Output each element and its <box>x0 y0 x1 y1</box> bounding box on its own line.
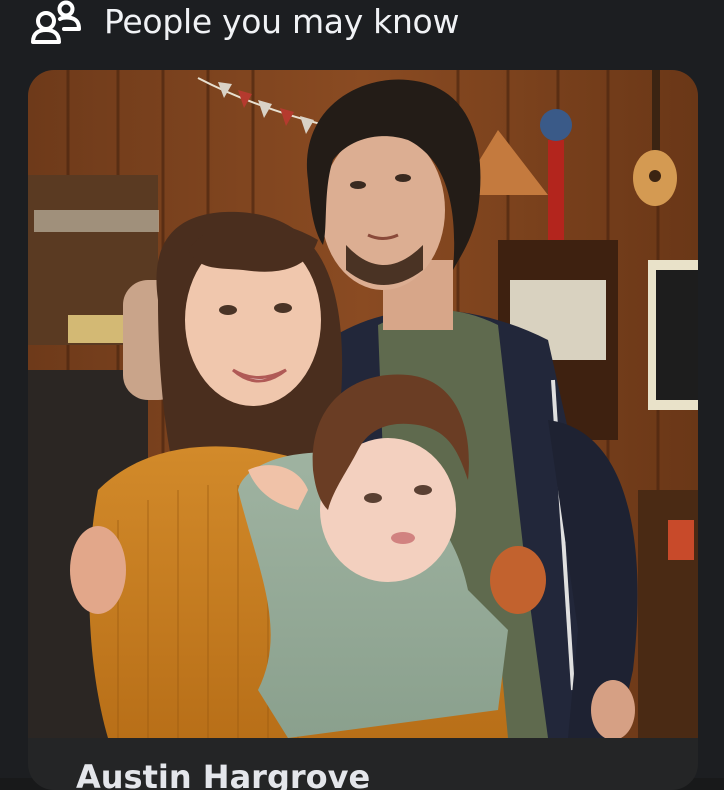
people-icon <box>30 0 82 46</box>
person-suggestion-card[interactable]: Austin Hargrove <box>28 70 698 790</box>
profile-photo[interactable] <box>28 70 698 738</box>
suggestion-name[interactable]: Austin Hargrove <box>76 758 370 790</box>
people-you-may-know-section: People you may know Austin Hargrove <box>0 0 724 790</box>
section-title: People you may know <box>104 2 460 41</box>
section-header: People you may know <box>0 0 724 58</box>
